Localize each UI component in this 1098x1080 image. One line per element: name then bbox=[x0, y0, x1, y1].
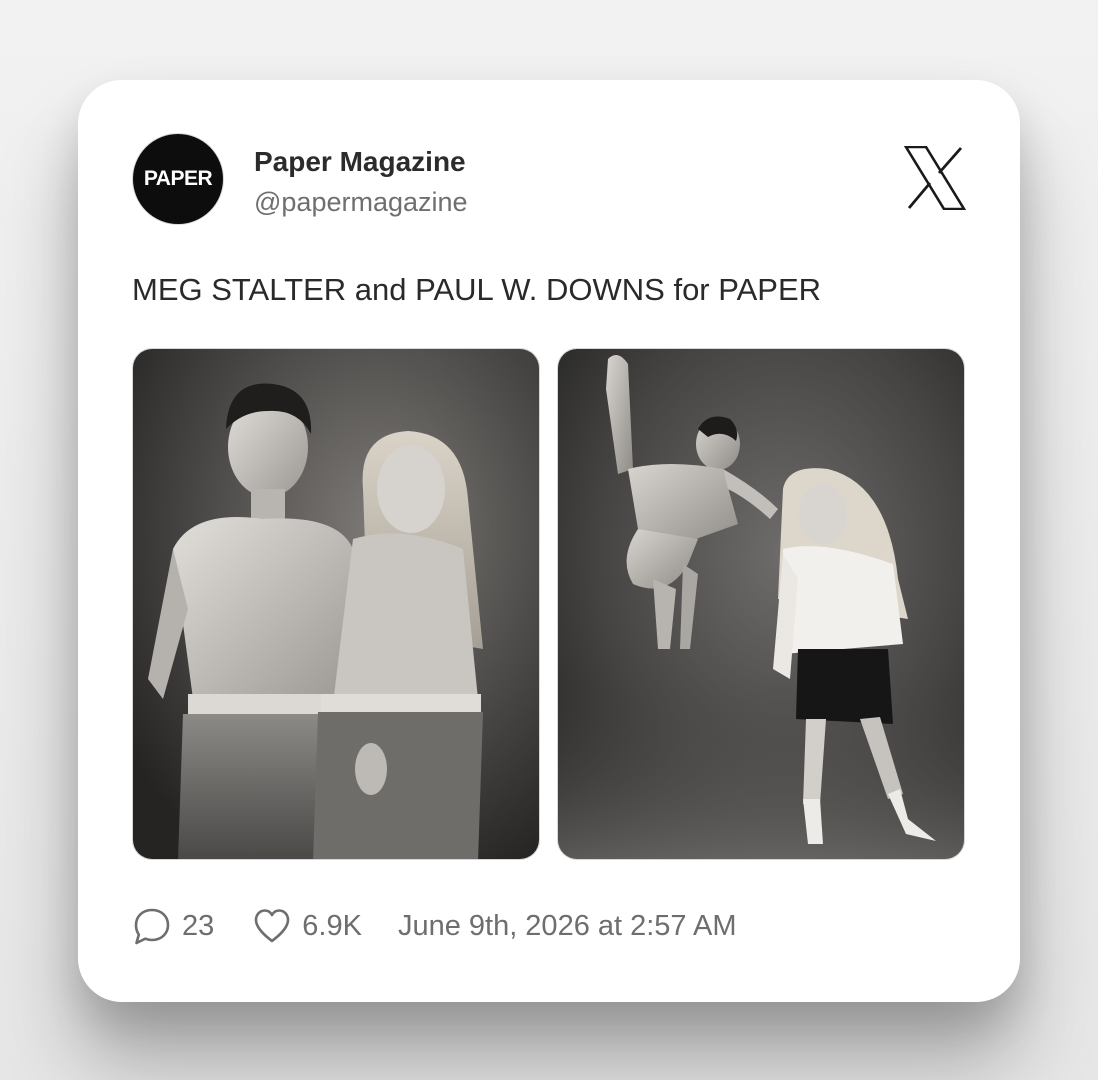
tweet-photo-2[interactable] bbox=[557, 348, 965, 860]
photo-image bbox=[133, 349, 539, 859]
like-count: 6.9K bbox=[302, 909, 362, 942]
avatar[interactable]: PAPER bbox=[132, 133, 224, 225]
heart-icon bbox=[254, 909, 290, 943]
tweet-photo-1[interactable] bbox=[132, 348, 540, 860]
reply-button[interactable]: 23 bbox=[132, 906, 214, 946]
tweet-card: PAPER Paper Magazine @papermagazine MEG … bbox=[78, 80, 1020, 1002]
tweet-text: MEG STALTER and PAUL W. DOWNS for PAPER bbox=[132, 272, 822, 307]
photo-image bbox=[558, 349, 964, 859]
timestamp[interactable]: June 9th, 2026 at 2:57 AM bbox=[398, 910, 737, 943]
avatar-text: PAPER bbox=[143, 167, 213, 190]
like-button[interactable]: 6.9K bbox=[252, 907, 362, 945]
author-display-name[interactable]: Paper Magazine bbox=[254, 146, 466, 178]
author-handle[interactable]: @papermagazine bbox=[254, 187, 468, 218]
speech-bubble-icon bbox=[134, 908, 170, 945]
reply-count: 23 bbox=[182, 909, 215, 942]
x-logo-icon[interactable] bbox=[903, 145, 967, 211]
tweet-footer: 23 6.9K June 9th, 2026 at 2:57 AM bbox=[132, 904, 737, 948]
